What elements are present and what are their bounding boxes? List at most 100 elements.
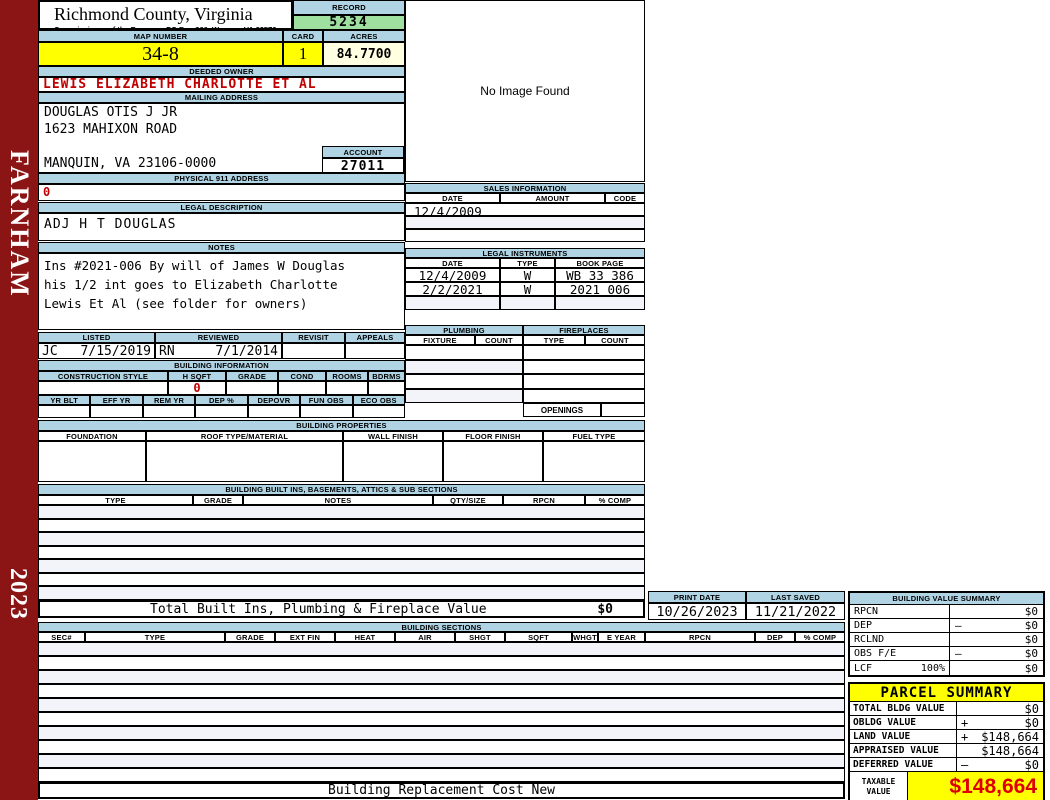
reviewed-value: RN 7/1/2014 [155,343,282,359]
ps-obldg-op: + [961,715,969,730]
fixture-label: FIXTURE [405,335,475,345]
print-date-value: 10/26/2023 [648,603,746,620]
instrument-date-label: DATE [405,258,500,268]
bdrms-label: BDRMS [368,371,405,381]
mailing-line-1: DOUGLAS OTIS J JR [44,105,178,120]
funobs-label: FUN OBS [300,395,353,405]
building-info-header-row-1: CONSTRUCTION STYLE H SQFT GRADE COND ROO… [38,371,405,381]
effyr-value [90,405,143,418]
built-in-row [38,559,645,573]
instrument-bookpage: WB 33 386 [555,268,645,282]
instrument-type: W [500,282,555,296]
floor-finish-value [443,441,543,482]
bvs-obsfe-op: – [955,647,962,660]
notes-line-2: his 1/2 int goes to Elizabeth Charlotte [44,277,338,292]
map-number-value: 34-8 [38,42,283,66]
legal-description-value: ADJ H T DOUGLAS [38,213,405,241]
building-information-title: BUILDING INFORMATION [38,360,405,371]
bvs-dep-value: $0 [1024,619,1038,632]
ps-deferred-op: – [961,757,969,772]
built-in-row [38,518,645,533]
wall-finish-value [343,441,443,482]
parcel-summary: PARCEL SUMMARY TOTAL BLDG VALUE $0 OBLDG… [848,682,1045,800]
listed-by: JC [42,343,58,359]
building-properties-title: BUILDING PROPERTIES [38,420,645,431]
sales-header-row: DATE AMOUNT CODE [405,193,645,203]
ps-land-label: LAND VALUE [850,730,957,743]
listed-date: 7/15/2019 [80,343,151,359]
notes-label: NOTES [38,242,405,253]
sales-row [405,229,645,242]
record-value: 5234 [293,15,405,30]
legal-description-label: LEGAL DESCRIPTION [38,202,405,213]
ps-appraised-label: APPRAISED VALUE [850,744,957,757]
ps-appraised-value: $148,664 [981,743,1039,758]
bvs-row-rpcn: RPCN $0 [850,605,1043,619]
district-year-sidebar: FARNHAM 2023 [0,0,38,800]
builtin-comp-label: % COMP [585,495,645,505]
instrument-bookpage [555,296,645,310]
plumbing-count-label: COUNT [475,335,523,345]
sales-information-title: SALES INFORMATION [405,183,645,193]
bvs-rclnd-value: $0 [1024,633,1038,646]
roof-type-label: ROOF TYPE/MATERIAL [146,431,343,441]
cond-value [278,381,326,395]
ps-obldg-label: OBLDG VALUE [850,716,957,729]
bvs-row-obsfe: OBS F/E – $0 [850,647,1043,661]
sec-num-label: SEC# [38,632,85,642]
plumbing-row [405,388,523,403]
sec-shgt-label: SHGT [455,632,505,642]
notes-line-1: Ins #2021-006 By will of James W Douglas [44,258,346,273]
built-in-row [38,572,645,587]
building-section-row [38,670,845,684]
built-in-row [38,586,645,601]
fireplace-row [523,345,645,360]
wall-finish-label: WALL FINISH [343,431,443,441]
bvs-lcf-value: $0 [1024,661,1038,675]
no-image-text: No Image Found [480,84,570,98]
fireplace-row [523,359,645,374]
legal-instruments-title: LEGAL INSTRUMENTS [405,248,645,258]
built-ins-total-value: $0 [597,601,613,617]
bvs-obsfe-label: OBS F/E [854,648,897,659]
grade-label: GRADE [226,371,278,381]
bvs-row-rclnd: RCLND $0 [850,633,1043,647]
rooms-label: ROOMS [326,371,368,381]
depovr-value [247,405,301,418]
instrument-date: 2/2/2021 [405,282,500,296]
sec-sqft-label: SQFT [505,632,572,642]
mailing-address-label: MAILING ADDRESS [38,92,405,103]
fuel-type-label: FUEL TYPE [543,431,645,441]
bvs-dep-label: DEP [854,620,873,631]
map-number-label: MAP NUMBER [38,30,283,42]
bvs-rpcn-value: $0 [1024,605,1038,618]
ps-total-bldg-label: TOTAL BLDG VALUE [850,702,957,715]
revisit-label: REVISIT [282,332,345,343]
notes-line-3: Lewis Et Al (see folder for owners) [44,296,308,311]
building-section-row [38,754,845,768]
sec-air-label: AIR [395,632,455,642]
physical-911-label: PHYSICAL 911 ADDRESS [38,173,405,184]
fireplace-count-label: COUNT [585,335,645,345]
building-section-row [38,726,845,740]
bvs-obsfe-value: $0 [1024,647,1038,660]
plumbing-row [405,345,523,360]
building-replacement-footer: Building Replacement Cost New [38,782,845,799]
fireplaces-title: FIREPLACES [523,325,645,335]
last-saved-label: LAST SAVED [746,591,845,603]
sec-type-label: TYPE [85,632,225,642]
instrument-type: W [500,268,555,282]
notes-box: Ins #2021-006 By will of James W Douglas… [38,253,405,330]
revisit-value [282,343,345,359]
bvs-rpcn-label: RPCN [854,606,879,617]
record-label: RECORD [293,0,405,15]
building-section-row [38,768,845,782]
openings-value [601,403,645,417]
ps-land-value: $148,664 [981,729,1039,744]
fireplace-type-label: TYPE [523,335,585,345]
building-value-summary: BUILDING VALUE SUMMARY RPCN $0 DEP – $0 R… [848,591,1045,677]
plumbing-row [405,374,523,389]
print-date-label: PRINT DATE [648,591,746,603]
sec-whgt-label: WHGT [572,632,598,642]
tax-year-label: 2023 [5,568,31,620]
